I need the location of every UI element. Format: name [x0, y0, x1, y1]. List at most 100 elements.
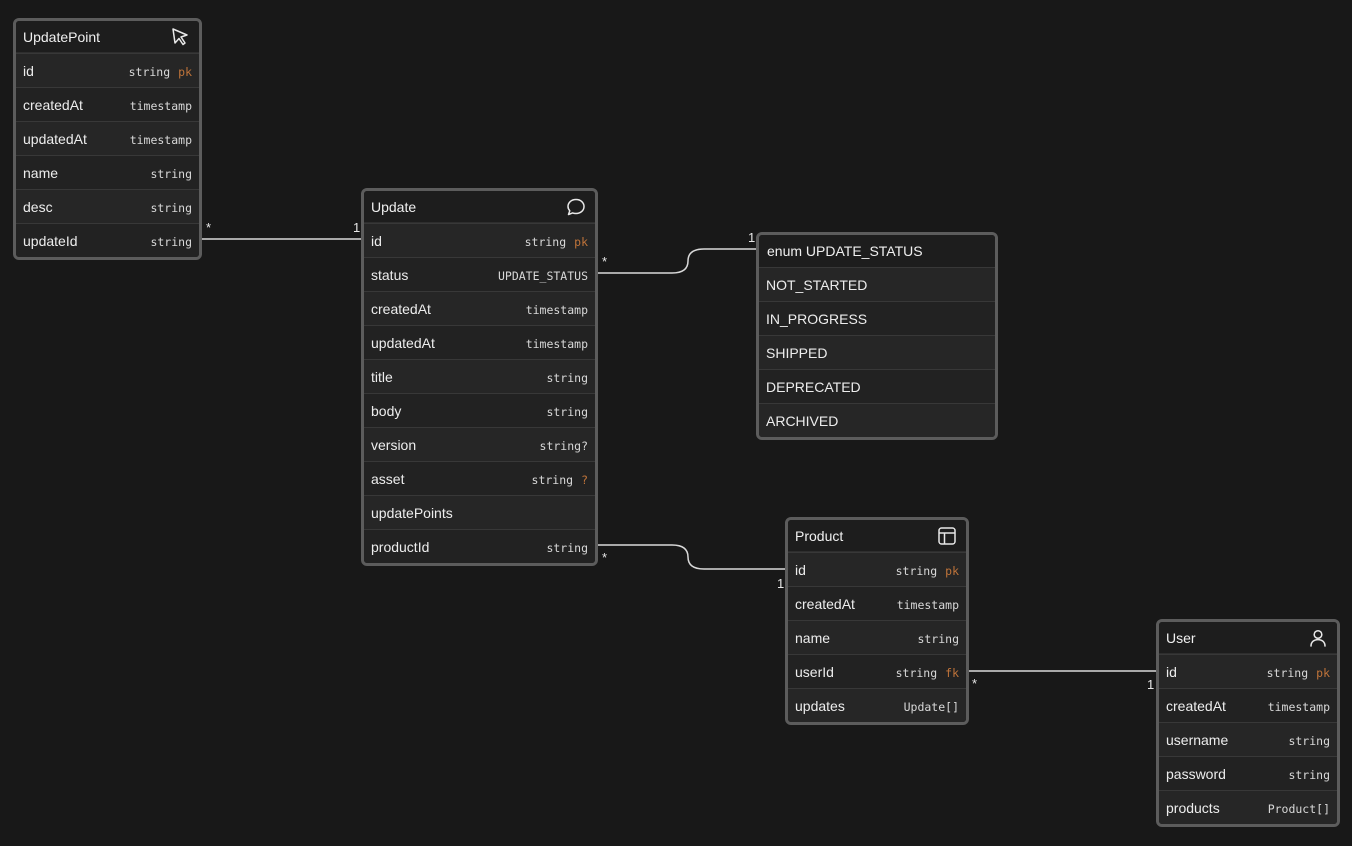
field-type: string	[150, 166, 192, 181]
field-type-group: string fk	[896, 664, 959, 680]
field-type-group: string	[546, 369, 588, 385]
table-row[interactable]: name string	[788, 620, 966, 654]
field-type-group: timestamp	[526, 335, 588, 351]
field-type: string	[1288, 767, 1330, 782]
table-header[interactable]: UpdatePoint	[16, 21, 199, 53]
table-row[interactable]: id string pk	[788, 552, 966, 586]
field-type: string?	[539, 438, 588, 453]
field-type-group: string	[150, 165, 192, 181]
table-row[interactable]: body string	[364, 393, 595, 427]
table-title: User	[1166, 629, 1196, 646]
field-type: string	[917, 631, 959, 646]
table-row[interactable]: id string pk	[16, 53, 199, 87]
field-name: createdAt	[23, 96, 83, 113]
table-row[interactable]: updatePoints	[364, 495, 595, 529]
enum-value-row[interactable]: SHIPPED	[759, 335, 995, 369]
table-user[interactable]: User id string pk createdAt timestamp usernam…	[1156, 619, 1340, 827]
field-type-group: string	[150, 233, 192, 249]
cursor-arrow-icon	[169, 26, 191, 48]
table-row[interactable]: updatedAt timestamp	[16, 121, 199, 155]
field-type: timestamp	[129, 132, 192, 147]
table-row[interactable]: updateId string	[16, 223, 199, 257]
field-type: Update[]	[903, 699, 959, 714]
field-name: asset	[371, 470, 405, 487]
table-row[interactable]: createdAt timestamp	[1159, 688, 1337, 722]
field-type: string	[895, 665, 938, 680]
field-type-group: string	[546, 539, 588, 555]
diagram-canvas[interactable]: * 1 * 1 * 1 * 1 UpdatePoint id string pk cr…	[0, 0, 1352, 846]
field-type-group: string pk	[1267, 664, 1330, 680]
table-row[interactable]: asset string?	[364, 461, 595, 495]
field-name: name	[795, 629, 831, 646]
field-name: products	[1166, 799, 1220, 816]
enum-value: IN_PROGRESS	[766, 310, 868, 327]
field-type: string	[150, 234, 192, 249]
enum-value-row[interactable]: ARCHIVED	[759, 403, 995, 437]
field-modifier: pk	[178, 64, 192, 79]
field-name: title	[371, 368, 393, 385]
field-name: id	[1166, 663, 1177, 680]
cardinality-label: *	[972, 676, 978, 691]
field-modifier: fk	[945, 665, 959, 680]
field-type: string	[546, 370, 588, 385]
table-header[interactable]: User	[1159, 622, 1337, 654]
enum-value-row[interactable]: IN_PROGRESS	[759, 301, 995, 335]
table-header[interactable]: Update	[364, 191, 595, 223]
table-row[interactable]: products Product[]	[1159, 790, 1337, 824]
field-type-group: Product[]	[1268, 800, 1330, 816]
field-name: updatedAt	[23, 130, 87, 147]
table-row[interactable]: status UPDATE_STATUS	[364, 257, 595, 291]
field-type-group: string?	[540, 437, 588, 453]
field-type-group: string pk	[129, 63, 192, 79]
field-name: createdAt	[1166, 697, 1226, 714]
field-name: createdAt	[371, 300, 431, 317]
field-name: id	[23, 62, 34, 79]
table-row[interactable]: username string	[1159, 722, 1337, 756]
table-row[interactable]: title string	[364, 359, 595, 393]
field-name: updatedAt	[371, 334, 435, 351]
field-type-group: timestamp	[526, 301, 588, 317]
edge-update-product	[595, 544, 788, 570]
field-type: string	[128, 64, 171, 79]
enum-header[interactable]: enum UPDATE_STATUS	[759, 235, 995, 267]
table-row[interactable]: desc string	[16, 189, 199, 223]
table-row[interactable]: createdAt timestamp	[788, 586, 966, 620]
table-row[interactable]: createdAt timestamp	[16, 87, 199, 121]
table-row[interactable]: updates Update[]	[788, 688, 966, 722]
field-type-group: string	[1288, 766, 1330, 782]
field-type: timestamp	[129, 98, 192, 113]
table-row[interactable]: userId string fk	[788, 654, 966, 688]
field-type: string	[546, 404, 588, 419]
table-row[interactable]: name string	[16, 155, 199, 189]
table-header[interactable]: Product	[788, 520, 966, 552]
cardinality-label: 1	[748, 230, 756, 245]
field-modifier: pk	[945, 563, 959, 578]
enum-value-row[interactable]: NOT_STARTED	[759, 267, 995, 301]
table-row[interactable]: createdAt timestamp	[364, 291, 595, 325]
table-row[interactable]: password string	[1159, 756, 1337, 790]
table-update[interactable]: Update id string pk status UPDATE_STATUS crea…	[361, 188, 598, 566]
field-name: status	[371, 266, 409, 283]
field-name: id	[795, 561, 806, 578]
table-row[interactable]: id string pk	[1159, 654, 1337, 688]
table-row[interactable]: productId string	[364, 529, 595, 563]
table-updatepoint[interactable]: UpdatePoint id string pk createdAt timestamp…	[13, 18, 202, 260]
table-product[interactable]: Product id string pk createdAt timestamp name…	[785, 517, 969, 725]
field-type: Product[]	[1267, 801, 1330, 816]
field-type-group: string	[546, 403, 588, 419]
field-modifier: ?	[581, 472, 588, 487]
field-type-group: string pk	[525, 233, 588, 249]
enum-value-row[interactable]: DEPRECATED	[759, 369, 995, 403]
table-row[interactable]: version string?	[364, 427, 595, 461]
enum-update-status[interactable]: enum UPDATE_STATUS NOT_STARTED IN_PROGRES…	[756, 232, 998, 440]
field-type: timestamp	[525, 336, 588, 351]
cardinality-label: *	[206, 220, 212, 235]
table-row[interactable]: id string pk	[364, 223, 595, 257]
field-type: string	[524, 234, 567, 249]
field-name: id	[371, 232, 382, 249]
field-type: string	[531, 472, 574, 487]
user-icon	[1307, 627, 1329, 649]
chat-bubble-icon	[565, 196, 587, 218]
field-type-group: string	[1288, 732, 1330, 748]
table-row[interactable]: updatedAt timestamp	[364, 325, 595, 359]
